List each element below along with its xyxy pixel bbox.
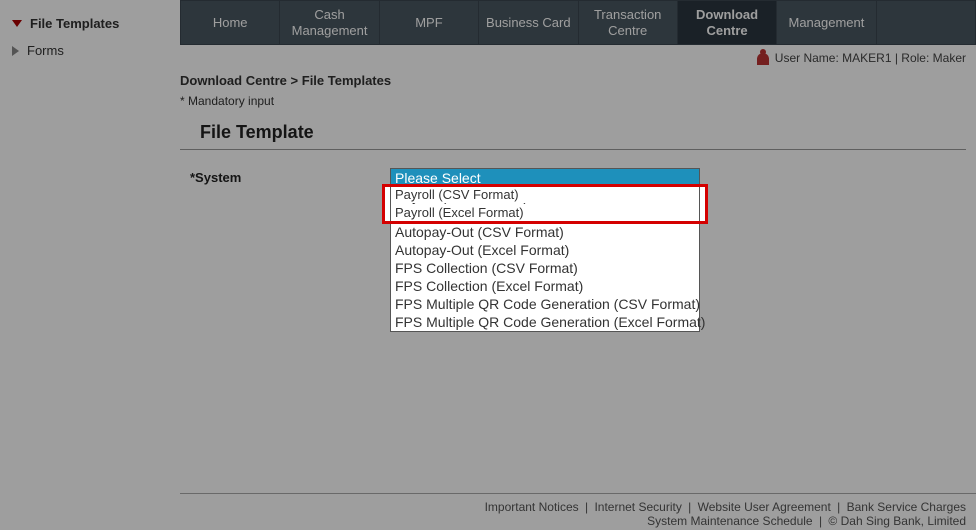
user-info: User Name: MAKER1 | Role: Maker bbox=[180, 45, 976, 69]
chevron-right-icon bbox=[12, 46, 19, 56]
user-role-label: Role: bbox=[901, 51, 929, 65]
select-option[interactable]: Please Select bbox=[391, 169, 699, 187]
select-option[interactable]: FPS Collection (Excel Format) bbox=[391, 277, 699, 295]
footer: Important Notices | Internet Security | … bbox=[180, 493, 976, 530]
select-option[interactable]: Payroll (CSV Format) bbox=[391, 186, 697, 203]
breadcrumb-part: File Templates bbox=[302, 73, 391, 88]
user-icon bbox=[757, 53, 769, 65]
select-option[interactable]: FPS Collection (CSV Format) bbox=[391, 259, 699, 277]
tab-empty bbox=[877, 1, 975, 44]
select-option[interactable]: Autopay-Out (CSV Format) bbox=[391, 223, 699, 241]
user-role-value: Maker bbox=[933, 51, 966, 65]
top-nav: Home Cash Management MPF Business Card T… bbox=[180, 0, 976, 45]
sidebar-item-file-templates[interactable]: File Templates bbox=[8, 10, 172, 37]
tab-home[interactable]: Home bbox=[181, 1, 280, 44]
chevron-down-icon bbox=[12, 20, 22, 27]
tab-transaction-centre[interactable]: Transaction Centre bbox=[579, 1, 678, 44]
breadcrumb-part: Download Centre bbox=[180, 73, 287, 88]
select-option[interactable]: FPS Multiple QR Code Generation (CSV For… bbox=[391, 295, 699, 313]
sidebar-item-label: File Templates bbox=[30, 16, 119, 31]
tab-cash-management[interactable]: Cash Management bbox=[280, 1, 379, 44]
footer-link[interactable]: System Maintenance Schedule bbox=[647, 514, 812, 528]
tab-download-centre[interactable]: Download Centre bbox=[678, 1, 777, 44]
tab-mpf[interactable]: MPF bbox=[380, 1, 479, 44]
user-name-label: User Name: bbox=[775, 51, 839, 65]
mandatory-note: * Mandatory input bbox=[180, 94, 966, 116]
sidebar-item-label: Forms bbox=[27, 43, 64, 58]
footer-copyright: © Dah Sing Bank, Limited bbox=[828, 514, 966, 528]
breadcrumb-sep: > bbox=[291, 73, 299, 88]
footer-link[interactable]: Bank Service Charges bbox=[847, 500, 966, 514]
footer-link[interactable]: Website User Agreement bbox=[698, 500, 831, 514]
sidebar: File Templates Forms bbox=[0, 0, 180, 530]
tab-management[interactable]: Management bbox=[777, 1, 876, 44]
page-title: File Template bbox=[180, 116, 966, 150]
select-option[interactable]: Autopay-Out (Excel Format) bbox=[391, 241, 699, 259]
select-option[interactable]: FPS Multiple QR Code Generation (Excel F… bbox=[391, 313, 699, 331]
sidebar-item-forms[interactable]: Forms bbox=[8, 37, 172, 64]
system-label: *System bbox=[190, 168, 390, 185]
footer-link[interactable]: Important Notices bbox=[485, 500, 579, 514]
user-name-value: MAKER1 bbox=[842, 51, 891, 65]
breadcrumb: Download Centre > File Templates bbox=[180, 69, 966, 94]
tab-business-card[interactable]: Business Card bbox=[479, 1, 578, 44]
footer-link[interactable]: Internet Security bbox=[594, 500, 681, 514]
select-option[interactable]: Payroll (Excel Format) bbox=[391, 204, 697, 221]
